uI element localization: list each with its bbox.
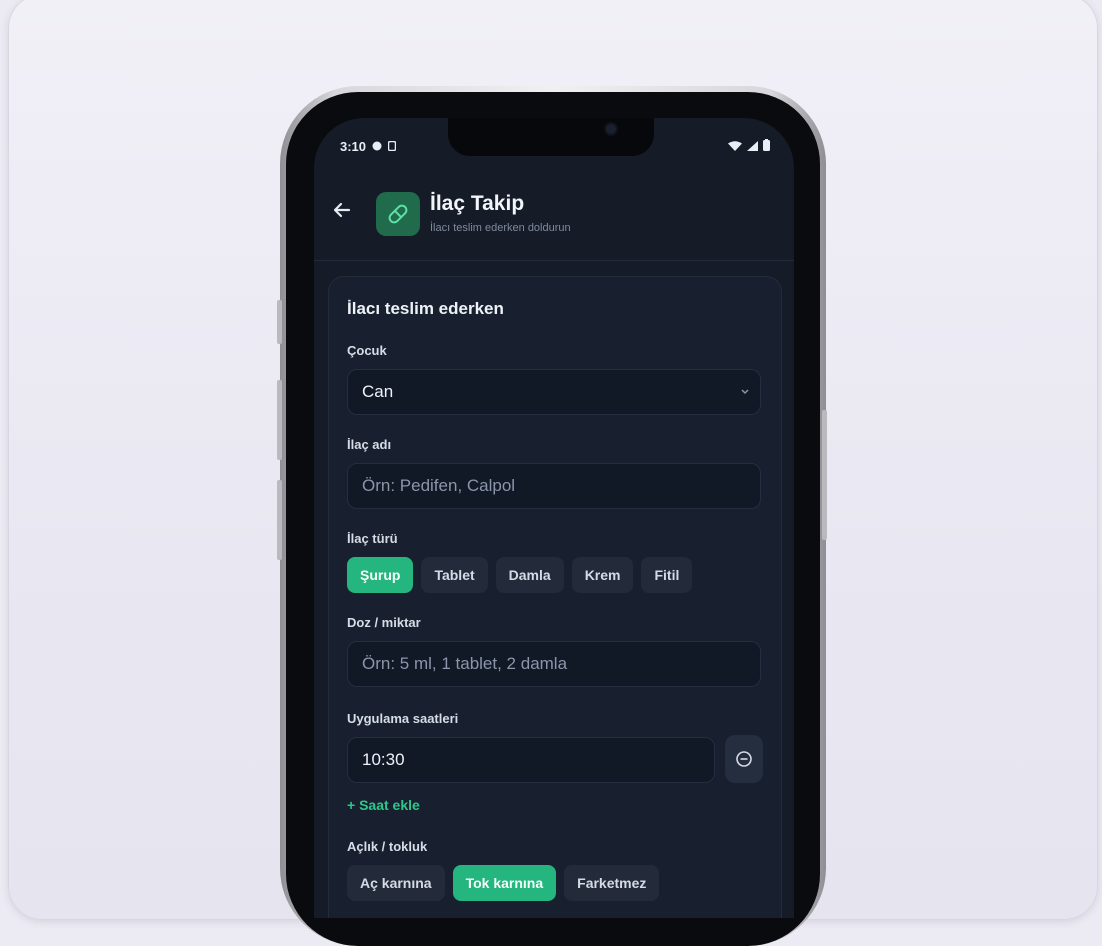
status-bar: 3:10 (340, 136, 770, 156)
medicine-type-label: İlaç türü (347, 531, 398, 546)
sim-icon (387, 139, 397, 154)
phone-power-button (822, 410, 827, 540)
pill-icon (388, 204, 408, 224)
type-chip-drops[interactable]: Damla (495, 557, 564, 593)
medicine-name-label: İlaç adı (347, 437, 392, 452)
dose-input[interactable]: Örn: 5 ml, 1 tablet, 2 damla (347, 641, 761, 687)
hunger-chip-full[interactable]: Tok karnına (452, 865, 557, 901)
notification-icon (372, 139, 382, 154)
wifi-icon (728, 139, 742, 154)
hunger-chip-any[interactable]: Farketmez (564, 865, 660, 901)
minus-circle-icon (736, 751, 752, 767)
type-chip-suppository[interactable]: Fitil (641, 557, 693, 593)
chevron-down-icon (740, 370, 750, 432)
child-label: Çocuk (347, 343, 387, 358)
hunger-label: Açlık / tokluk (347, 839, 428, 854)
phone-side-button (277, 380, 282, 460)
page-title: İlaç Takip (430, 192, 525, 215)
type-chip-cream[interactable]: Krem (571, 557, 634, 593)
status-time: 3:10 (340, 138, 367, 154)
time-input[interactable]: 10:30 (347, 737, 715, 783)
phone-side-button (277, 300, 282, 344)
app-icon (376, 192, 420, 236)
plus-icon: + (347, 797, 356, 813)
child-select[interactable]: Can (347, 369, 761, 415)
signal-icon (747, 139, 758, 154)
phone-screen: 3:10 İlaç Takip İlacı teslim ederken dol… (314, 118, 794, 918)
hunger-chip-empty[interactable]: Aç karnına (347, 865, 445, 901)
remove-time-button[interactable] (725, 735, 763, 783)
arrow-left-icon (333, 202, 351, 218)
times-label: Uygulama saatleri (347, 711, 459, 726)
add-time-label: Saat ekle (359, 797, 420, 813)
camera (606, 124, 616, 134)
type-chip-tablet[interactable]: Tablet (421, 557, 488, 593)
medication-form-card: İlacı teslim ederken Çocuk Can İlaç adı … (328, 276, 782, 918)
battery-icon (763, 138, 770, 154)
phone-side-button (277, 480, 282, 560)
medicine-type-options: Şurup Tablet Damla Krem Fitil (347, 557, 693, 593)
medicine-name-input[interactable]: Örn: Pedifen, Calpol (347, 463, 761, 509)
hunger-options: Aç karnına Tok karnına Farketmez (347, 865, 660, 901)
dose-label: Doz / miktar (347, 615, 421, 630)
app-header: İlaç Takip İlacı teslim ederken doldurun (314, 184, 794, 261)
add-time-button[interactable]: + Saat ekle (347, 797, 420, 813)
type-chip-syrup[interactable]: Şurup (347, 557, 414, 593)
page-subtitle: İlacı teslim ederken doldurun (430, 222, 571, 234)
form-title: İlacı teslim ederken (347, 299, 504, 318)
back-button[interactable] (330, 198, 354, 222)
child-select-value: Can (362, 382, 394, 401)
